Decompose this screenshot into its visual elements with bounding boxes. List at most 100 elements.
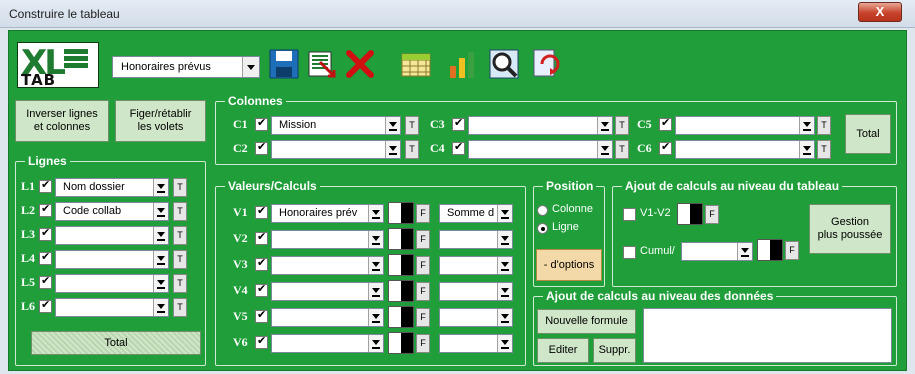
edit-button[interactable]: Editer bbox=[537, 338, 589, 363]
delete-icon[interactable] bbox=[344, 48, 376, 80]
c2-checkbox[interactable] bbox=[255, 140, 268, 155]
valeurs-row-checkbox[interactable] bbox=[255, 308, 268, 323]
lignes-row-total-button[interactable]: T bbox=[173, 178, 187, 197]
chevron-down-icon[interactable] bbox=[497, 335, 512, 352]
valeurs-row-checkbox[interactable] bbox=[255, 230, 268, 245]
refresh-icon[interactable] bbox=[530, 48, 562, 80]
close-button[interactable]: X bbox=[858, 2, 902, 22]
chevron-down-icon[interactable] bbox=[497, 257, 512, 274]
chart-icon[interactable] bbox=[446, 48, 478, 80]
valeurs-row-aggregate-combo[interactable] bbox=[439, 308, 513, 327]
valeurs-row-combo[interactable] bbox=[271, 256, 384, 275]
valeurs-row-color-swatch[interactable] bbox=[388, 306, 414, 328]
chevron-down-icon[interactable] bbox=[368, 205, 383, 222]
chevron-down-icon[interactable] bbox=[497, 283, 512, 300]
gestion-button[interactable]: Gestion plus poussée bbox=[809, 204, 891, 254]
lignes-row-total-button[interactable]: T bbox=[173, 226, 187, 245]
c3-total-button[interactable]: T bbox=[615, 116, 629, 135]
valeurs-row-color-swatch[interactable] bbox=[388, 254, 414, 276]
lignes-row-checkbox[interactable] bbox=[39, 274, 52, 289]
c5-combo[interactable] bbox=[675, 116, 815, 135]
valeurs-row-format-button[interactable]: F bbox=[416, 308, 430, 327]
valeurs-row-color-swatch[interactable] bbox=[388, 228, 414, 250]
chevron-down-icon[interactable] bbox=[242, 57, 259, 77]
c3-combo[interactable] bbox=[468, 116, 613, 135]
valeurs-row-checkbox[interactable] bbox=[255, 256, 268, 271]
v1v2-format-button[interactable]: F bbox=[705, 205, 719, 224]
lignes-row-combo[interactable]: Code collab bbox=[55, 202, 169, 221]
c4-checkbox[interactable] bbox=[452, 140, 465, 155]
valeurs-row-format-button[interactable]: F bbox=[416, 282, 430, 301]
valeurs-row-color-swatch[interactable] bbox=[388, 202, 414, 224]
freeze-panes-button[interactable]: Figer/rétablir les volets bbox=[115, 100, 206, 142]
lignes-row-combo[interactable]: Nom dossier bbox=[55, 178, 169, 197]
chevron-down-icon[interactable] bbox=[385, 141, 400, 158]
valeurs-row-aggregate-combo[interactable] bbox=[439, 334, 513, 353]
c3-checkbox[interactable] bbox=[452, 116, 465, 131]
c2-total-button[interactable]: T bbox=[405, 140, 419, 159]
c5-total-button[interactable]: T bbox=[817, 116, 831, 135]
chevron-down-icon[interactable] bbox=[368, 231, 383, 248]
lignes-row-checkbox[interactable] bbox=[39, 226, 52, 241]
valeurs-row-checkbox[interactable] bbox=[255, 282, 268, 297]
c4-total-button[interactable]: T bbox=[615, 140, 629, 159]
chevron-down-icon[interactable] bbox=[497, 205, 512, 222]
c6-checkbox[interactable] bbox=[659, 140, 672, 155]
delete-formula-button[interactable]: Suppr. bbox=[593, 338, 636, 363]
chevron-down-icon[interactable] bbox=[737, 243, 752, 260]
chevron-down-icon[interactable] bbox=[153, 299, 168, 316]
valeurs-row-combo[interactable] bbox=[271, 308, 384, 327]
cumul-checkbox[interactable] bbox=[623, 246, 636, 259]
lignes-row-combo[interactable] bbox=[55, 298, 169, 317]
preset-select[interactable]: Honoraires prévus bbox=[112, 56, 260, 78]
c5-checkbox[interactable] bbox=[659, 116, 672, 131]
export-icon[interactable] bbox=[306, 48, 338, 80]
new-formula-button[interactable]: Nouvelle formule bbox=[537, 309, 636, 334]
c6-total-button[interactable]: T bbox=[817, 140, 831, 159]
chevron-down-icon[interactable] bbox=[153, 227, 168, 244]
valeurs-row-combo[interactable] bbox=[271, 334, 384, 353]
chevron-down-icon[interactable] bbox=[153, 251, 168, 268]
valeurs-row-color-swatch[interactable] bbox=[388, 332, 414, 354]
valeurs-row-combo[interactable]: Honoraires prév bbox=[271, 204, 384, 223]
valeurs-row-aggregate-combo[interactable] bbox=[439, 230, 513, 249]
valeurs-row-combo[interactable] bbox=[271, 282, 384, 301]
c1-total-button[interactable]: T bbox=[405, 116, 419, 135]
colonnes-total-button[interactable]: Total bbox=[845, 114, 891, 154]
lignes-row-combo[interactable] bbox=[55, 226, 169, 245]
valeurs-row-format-button[interactable]: F bbox=[416, 204, 430, 223]
chevron-down-icon[interactable] bbox=[368, 335, 383, 352]
lignes-row-combo[interactable] bbox=[55, 274, 169, 293]
ligne-radio[interactable] bbox=[537, 223, 548, 234]
c4-combo[interactable] bbox=[468, 140, 613, 159]
chevron-down-icon[interactable] bbox=[497, 231, 512, 248]
lignes-row-checkbox[interactable] bbox=[39, 298, 52, 313]
valeurs-row-format-button[interactable]: F bbox=[416, 256, 430, 275]
lignes-row-checkbox[interactable] bbox=[39, 250, 52, 265]
chevron-down-icon[interactable] bbox=[799, 117, 814, 134]
cumul-color-swatch[interactable] bbox=[757, 239, 783, 261]
save-icon[interactable] bbox=[268, 48, 300, 80]
lignes-row-checkbox[interactable] bbox=[39, 202, 52, 217]
lignes-row-total-button[interactable]: T bbox=[173, 298, 187, 317]
chevron-down-icon[interactable] bbox=[368, 309, 383, 326]
chevron-down-icon[interactable] bbox=[153, 275, 168, 292]
valeurs-row-aggregate-combo[interactable] bbox=[439, 282, 513, 301]
c2-combo[interactable] bbox=[271, 140, 401, 159]
v1v2-color-swatch[interactable] bbox=[677, 203, 703, 225]
v1v2-checkbox[interactable] bbox=[623, 208, 636, 221]
lignes-total-button[interactable]: Total bbox=[31, 331, 201, 355]
chevron-down-icon[interactable] bbox=[799, 141, 814, 158]
chevron-down-icon[interactable] bbox=[497, 309, 512, 326]
chevron-down-icon[interactable] bbox=[385, 117, 400, 134]
chevron-down-icon[interactable] bbox=[153, 203, 168, 220]
table-icon[interactable] bbox=[400, 48, 432, 80]
valeurs-row-combo[interactable] bbox=[271, 230, 384, 249]
cumul-format-button[interactable]: F bbox=[785, 241, 799, 260]
chevron-down-icon[interactable] bbox=[597, 141, 612, 158]
valeurs-row-format-button[interactable]: F bbox=[416, 334, 430, 353]
lignes-row-total-button[interactable]: T bbox=[173, 274, 187, 293]
valeurs-row-format-button[interactable]: F bbox=[416, 230, 430, 249]
chevron-down-icon[interactable] bbox=[368, 257, 383, 274]
more-options-button[interactable]: - d'options bbox=[536, 249, 602, 281]
